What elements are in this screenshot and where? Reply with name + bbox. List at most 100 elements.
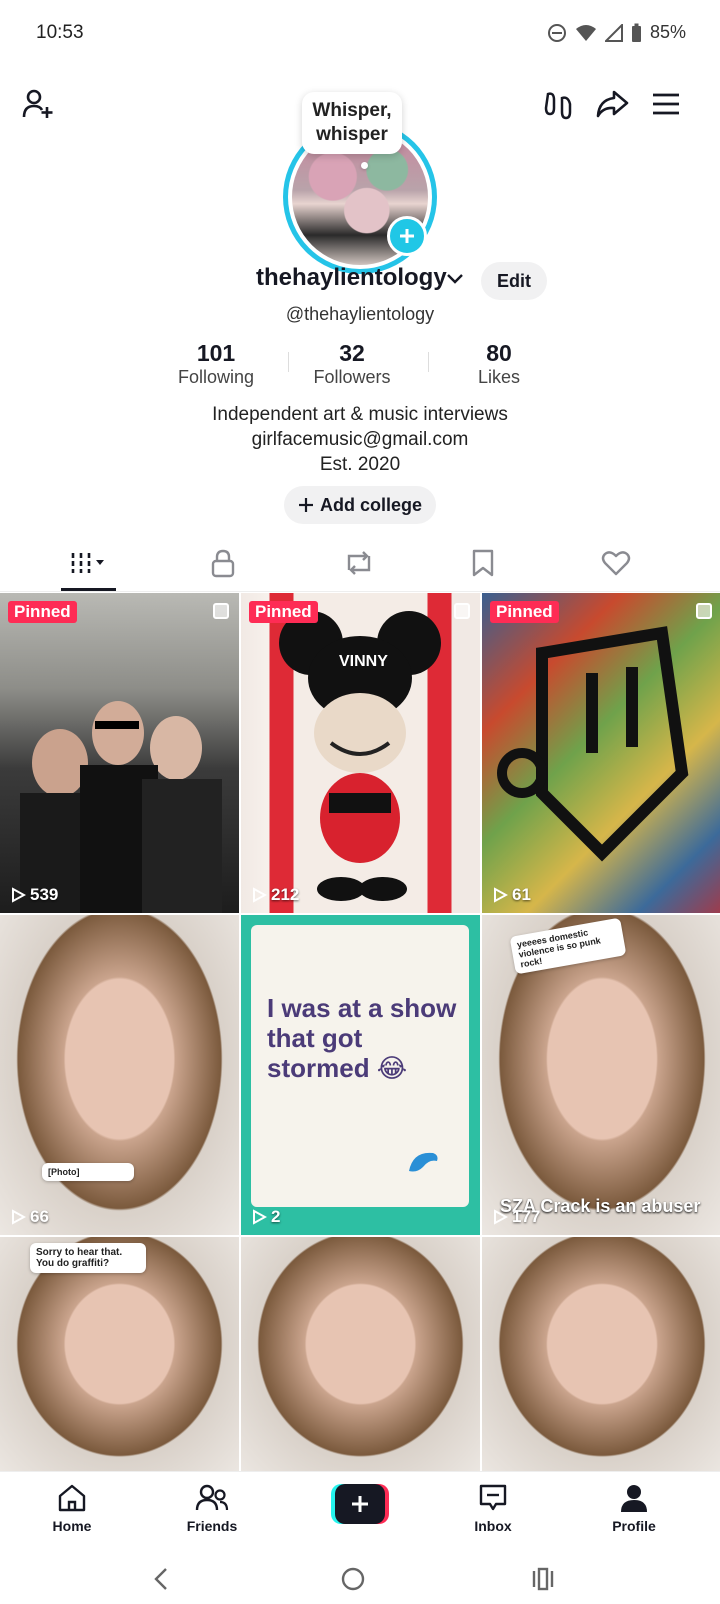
nav-profile[interactable]: Profile: [584, 1480, 684, 1534]
wifi-icon: [575, 24, 597, 42]
view-count: 539: [10, 885, 58, 905]
nav-home[interactable]: Home: [22, 1480, 122, 1534]
nav-inbox[interactable]: Inbox: [443, 1480, 543, 1534]
stat-likes[interactable]: 80 Likes: [439, 340, 559, 388]
signal-icon: [604, 23, 623, 42]
tab-liked[interactable]: [544, 534, 688, 592]
view-count: 177: [492, 1207, 540, 1227]
whisper-bubble[interactable]: Whisper, whisper: [302, 92, 402, 154]
bio-email[interactable]: girlfacemusic@gmail.com: [0, 427, 720, 452]
home-system-button[interactable]: [340, 1565, 366, 1598]
stat-value: 80: [486, 340, 512, 366]
active-tab-indicator: [61, 588, 116, 591]
thumbnail-text: VINNY: [339, 653, 388, 670]
share-icon: [596, 90, 629, 118]
comment-reply-sticker: [Photo]: [42, 1163, 134, 1181]
grid-icon: [71, 553, 104, 573]
create-button[interactable]: [331, 1484, 389, 1524]
add-story-button[interactable]: [387, 216, 427, 256]
stat-label: Following: [177, 367, 255, 387]
video-thumbnail[interactable]: [241, 1237, 480, 1471]
bottom-nav: Home Friends Inbox Profile: [0, 1471, 720, 1555]
add-college-button[interactable]: Add college: [284, 486, 436, 524]
pinned-badge: Pinned: [249, 601, 318, 623]
video-grid: Pinned 539 VINNY Pinned 212 Pinned 61 [P…: [0, 593, 720, 1471]
status-bar: 10:53 85%: [0, 0, 720, 70]
bio-line: Est. 2020: [319, 454, 401, 475]
recents-button[interactable]: [530, 1565, 556, 1598]
nav-label: Friends: [186, 1518, 238, 1534]
add-friend-button[interactable]: [20, 86, 56, 122]
username-row: thehaylientology Edit: [0, 262, 720, 300]
select-checkbox[interactable]: [696, 603, 712, 619]
status-icons: 85%: [547, 22, 686, 43]
lock-icon: [211, 549, 235, 578]
system-nav-bar: [0, 1555, 720, 1604]
circle-home-icon: [341, 1567, 365, 1591]
play-icon: [494, 1209, 508, 1225]
profile-handle: @thehaylientology: [285, 304, 435, 324]
pinned-badge: Pinned: [8, 601, 77, 623]
video-thumbnail[interactable]: VINNY Pinned 212: [241, 593, 480, 913]
thumbnail-text: I was at a show that got stormed 😂: [267, 993, 457, 1083]
nav-label: Inbox: [474, 1518, 512, 1534]
select-checkbox[interactable]: [454, 603, 470, 619]
play-icon: [12, 1209, 26, 1225]
play-icon: [253, 1209, 267, 1225]
tab-reposts[interactable]: [287, 534, 431, 592]
profile-icon: [621, 1485, 647, 1512]
dolphin-icon: [409, 1152, 438, 1172]
play-icon: [12, 887, 26, 903]
profile-stats: 101 Following 32 Followers 80 Likes: [0, 340, 720, 388]
view-count: 2: [251, 1207, 280, 1227]
account-switch-button[interactable]: [446, 272, 464, 290]
nav-label: Profile: [612, 1518, 656, 1534]
stat-following[interactable]: 101 Following: [156, 340, 276, 388]
inbox-icon: [479, 1484, 507, 1511]
footprint-button[interactable]: [540, 86, 576, 122]
heart-icon: [601, 551, 631, 576]
tab-favorites[interactable]: [411, 534, 555, 592]
bubble-tail: [361, 162, 368, 169]
video-thumbnail[interactable]: Pinned 539: [0, 593, 239, 913]
home-icon: [58, 1484, 86, 1512]
tab-private[interactable]: [151, 534, 295, 592]
tab-videos[interactable]: [17, 534, 161, 592]
menu-button[interactable]: [648, 86, 684, 122]
plus-icon: [400, 229, 414, 243]
video-thumbnail[interactable]: Sorry to hear that. You do graffiti?: [0, 1237, 239, 1471]
view-count: 212: [251, 885, 299, 905]
video-thumbnail[interactable]: [Photo] 66: [0, 915, 239, 1235]
bio-line: Independent art & music interviews: [212, 404, 508, 425]
footprint-icon: [544, 92, 572, 120]
view-count-value: 61: [512, 885, 531, 904]
video-thumbnail[interactable]: yeeees domestic violence is so punk rock…: [482, 915, 720, 1235]
view-count-value: 539: [30, 885, 59, 904]
stat-value: 32: [339, 340, 365, 366]
back-button[interactable]: [150, 1565, 174, 1598]
dnd-icon: [547, 23, 567, 43]
profile-username[interactable]: thehaylientology: [256, 264, 447, 292]
bookmark-icon: [472, 549, 494, 577]
status-time: 10:53: [36, 22, 84, 43]
share-profile-button[interactable]: [594, 86, 630, 122]
stat-divider: [288, 352, 289, 372]
view-count-value: 2: [271, 1207, 281, 1226]
nav-label: Home: [52, 1518, 92, 1534]
view-count-value: 66: [30, 1207, 49, 1226]
add-college-label: Add college: [319, 494, 422, 515]
nav-friends[interactable]: Friends: [162, 1480, 262, 1534]
video-thumbnail[interactable]: [482, 1237, 720, 1471]
plus-icon: [298, 498, 313, 512]
stat-label: Followers: [313, 367, 391, 387]
battery-level: 85%: [649, 22, 686, 42]
stat-followers[interactable]: 32 Followers: [292, 340, 412, 388]
comment-reply-sticker: Sorry to hear that. You do graffiti?: [30, 1243, 146, 1273]
video-thumbnail[interactable]: Pinned 61: [482, 593, 720, 913]
edit-profile-button[interactable]: Edit: [481, 262, 547, 300]
friends-icon: [195, 1484, 229, 1511]
view-count: 66: [10, 1207, 49, 1227]
video-thumbnail[interactable]: I was at a show that got stormed 😂 2: [241, 915, 480, 1235]
play-icon: [494, 887, 508, 903]
select-checkbox[interactable]: [213, 603, 229, 619]
